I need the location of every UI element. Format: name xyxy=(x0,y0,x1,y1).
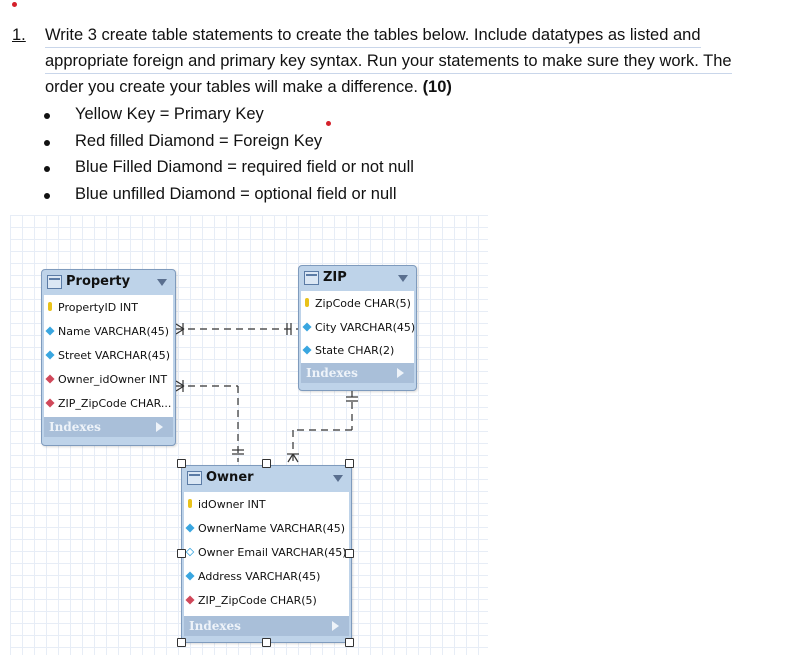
expand-arrow-icon[interactable] xyxy=(333,475,343,482)
indexes-label: Indexes xyxy=(189,619,241,633)
indexes-bar[interactable]: Indexes xyxy=(44,417,173,437)
table-icon xyxy=(187,471,202,485)
resize-handle[interactable] xyxy=(177,549,186,558)
blue-filled-diamond-icon xyxy=(302,345,312,355)
table-icon xyxy=(304,271,319,285)
table-title: ZIP xyxy=(323,270,347,285)
indexes-bar[interactable]: Indexes xyxy=(301,363,414,383)
blue-filled-diamond-icon xyxy=(302,322,312,332)
blue-filled-diamond-icon xyxy=(45,326,55,336)
resize-handle[interactable] xyxy=(345,549,354,558)
table-columns: ZipCode CHAR(5) City VARCHAR(45) State C… xyxy=(301,291,415,363)
red-filled-diamond-icon xyxy=(185,595,195,605)
resize-handle[interactable] xyxy=(345,459,354,468)
expand-arrow-icon[interactable] xyxy=(397,368,404,378)
owner-table[interactable]: Owner idOwner INT OwnerName VARCHAR(45) … xyxy=(181,465,352,643)
red-filled-diamond-icon xyxy=(45,374,55,384)
yellow-key-icon xyxy=(48,302,52,311)
crowfoot-mark xyxy=(292,453,299,463)
table-header[interactable]: Owner xyxy=(182,466,351,490)
yellow-key-icon xyxy=(188,499,192,508)
indexes-label: Indexes xyxy=(306,366,358,380)
table-header[interactable]: ZIP xyxy=(299,266,416,290)
table-header[interactable]: Property xyxy=(42,270,175,294)
indexes-bar[interactable]: Indexes xyxy=(184,616,349,636)
zip-table[interactable]: ZIP ZipCode CHAR(5) City VARCHAR(45) Sta… xyxy=(298,265,417,391)
blue-unfilled-diamond-icon xyxy=(185,547,195,557)
table-title: Property xyxy=(66,274,131,289)
expand-arrow-icon[interactable] xyxy=(156,422,163,432)
resize-handle[interactable] xyxy=(177,459,186,468)
blue-filled-diamond-icon xyxy=(185,523,195,533)
resize-handle[interactable] xyxy=(345,638,354,647)
table-columns: PropertyID INT Name VARCHAR(45) Street V… xyxy=(44,295,173,417)
blue-filled-diamond-icon xyxy=(45,350,55,360)
table-columns: idOwner INT OwnerName VARCHAR(45) Owner … xyxy=(184,492,349,616)
table-title: Owner xyxy=(206,470,254,485)
red-filled-diamond-icon xyxy=(45,398,55,408)
expand-arrow-icon[interactable] xyxy=(332,621,339,631)
resize-handle[interactable] xyxy=(262,638,271,647)
crowfoot-mark xyxy=(287,453,294,463)
expand-arrow-icon[interactable] xyxy=(398,275,408,282)
indexes-label: Indexes xyxy=(49,420,101,434)
resize-handle[interactable] xyxy=(177,638,186,647)
expand-arrow-icon[interactable] xyxy=(157,279,167,286)
blue-filled-diamond-icon xyxy=(185,571,195,581)
resize-handle[interactable] xyxy=(262,459,271,468)
property-table[interactable]: Property PropertyID INT Name VARCHAR(45)… xyxy=(41,269,176,446)
yellow-key-icon xyxy=(305,298,309,307)
table-icon xyxy=(47,275,62,289)
